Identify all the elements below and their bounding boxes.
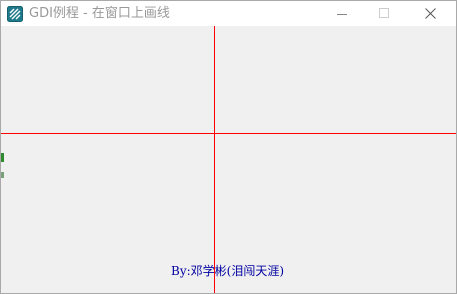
client-area[interactable]: By:邓学彬(泪闯天涯) bbox=[1, 26, 456, 293]
edge-artifact-mark bbox=[1, 153, 4, 162]
maximize-button[interactable] bbox=[363, 1, 407, 26]
title-bar[interactable]: GDI例程 - 在窗口上画线 bbox=[1, 1, 456, 26]
close-button[interactable] bbox=[409, 1, 453, 26]
horizontal-red-line bbox=[1, 133, 456, 134]
minimize-icon bbox=[337, 14, 347, 15]
close-icon bbox=[425, 8, 436, 19]
window-title: GDI例程 - 在窗口上画线 bbox=[29, 6, 170, 21]
app-icon bbox=[7, 6, 23, 22]
vertical-red-line bbox=[214, 26, 215, 293]
maximize-icon bbox=[379, 8, 389, 18]
author-credit-text: By:邓学彬(泪闯天涯) bbox=[171, 264, 285, 278]
minimize-button[interactable] bbox=[321, 1, 365, 26]
edge-artifact-mark bbox=[1, 172, 4, 178]
app-window: GDI例程 - 在窗口上画线 By:邓学彬(泪闯天涯) bbox=[0, 0, 457, 294]
